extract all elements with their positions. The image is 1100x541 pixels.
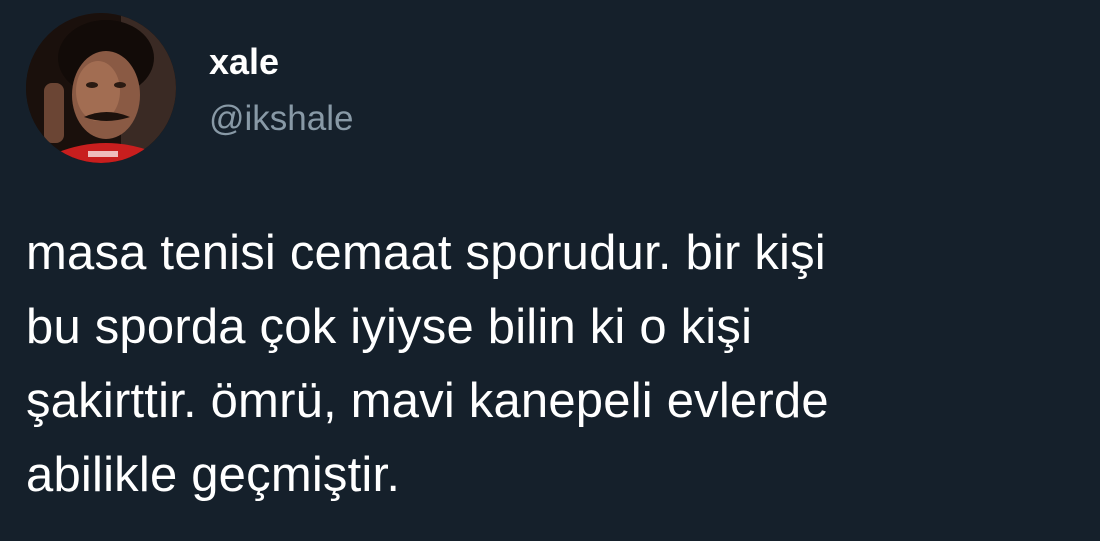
user-handle[interactable]: @ikshale <box>209 97 353 141</box>
tweet-text-line: abilikle geçmiştir. <box>26 448 401 502</box>
tweet-text-line: masa tenisi cemaat sporudur. bir kişi <box>26 226 826 280</box>
display-name[interactable]: xale <box>209 40 279 84</box>
avatar[interactable] <box>26 13 176 163</box>
tweet-text: masa tenisi cemaat sporudur. bir kişi bu… <box>26 216 1086 512</box>
tweet-text-line: bu sporda çok iyiyse bilin ki o kişi <box>26 300 753 354</box>
tweet-text-line: şakirttir. ömrü, mavi kanepeli evlerde <box>26 374 829 428</box>
profile-photo-icon <box>26 13 176 163</box>
tweet-card: xale @ikshale masa tenisi cemaat sporudu… <box>0 0 1100 541</box>
